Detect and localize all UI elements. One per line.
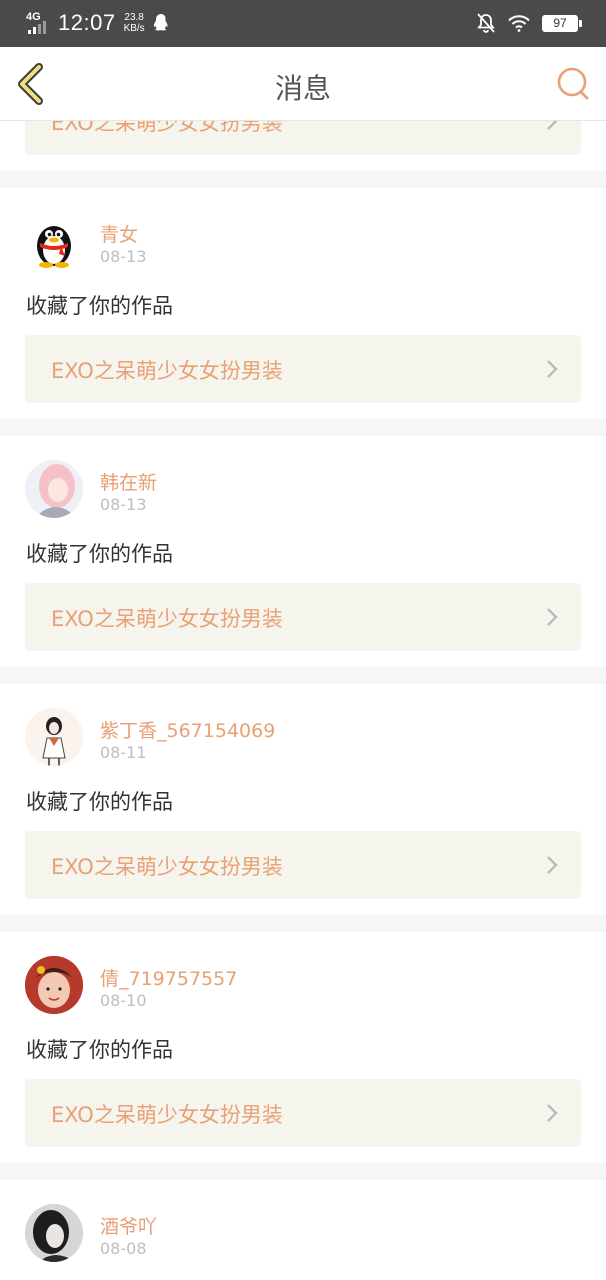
work-link[interactable]: EXO之呆萌少女女扮男装 bbox=[25, 583, 581, 651]
avatar[interactable] bbox=[25, 708, 83, 766]
message-card: 韩在新 08-13 收藏了你的作品 EXO之呆萌少女女扮男装 bbox=[0, 436, 606, 667]
avatar[interactable] bbox=[25, 1204, 83, 1262]
status-time: 12:07 bbox=[58, 10, 116, 35]
search-icon bbox=[557, 67, 589, 100]
user-drawing-avatar bbox=[25, 708, 83, 766]
chevron-right-icon bbox=[547, 360, 558, 378]
work-title: EXO之呆萌少女女扮男装 bbox=[51, 359, 283, 383]
battery-level: 97 bbox=[553, 15, 567, 30]
message-date: 08-13 bbox=[100, 495, 147, 514]
message-date: 08-10 bbox=[100, 991, 147, 1010]
speed-unit: KB/s bbox=[123, 23, 145, 34]
network-speed: 23.8 KB/s bbox=[124, 12, 145, 34]
work-link[interactable]: EXO之呆萌少女女扮男装 bbox=[25, 831, 581, 899]
message-action: 收藏了你的作品 bbox=[26, 1038, 173, 1062]
message-card: 紫丁香_567154069 08-11 收藏了你的作品 EXO之呆萌少女女扮男装 bbox=[0, 684, 606, 915]
speed-value: 23.8 bbox=[124, 12, 144, 23]
page-title: 消息 bbox=[274, 72, 331, 105]
username[interactable]: 酒爷吖 bbox=[100, 1212, 157, 1239]
chevron-right-icon bbox=[547, 1104, 558, 1122]
signal-icon: 4G bbox=[26, 12, 52, 34]
user-photo-avatar bbox=[25, 460, 83, 518]
username[interactable]: 紫丁香_567154069 bbox=[100, 716, 275, 743]
work-link[interactable]: EXO之呆萌少女女扮男装 bbox=[25, 335, 581, 403]
qq-ghost-icon bbox=[153, 14, 168, 31]
message-action: 收藏了你的作品 bbox=[26, 790, 173, 814]
message-date: 08-13 bbox=[100, 247, 147, 266]
message-card: 酒爷吖 08-08 bbox=[0, 1180, 606, 1280]
message-date: 08-08 bbox=[100, 1239, 147, 1258]
work-title: EXO之呆萌少女女扮男装 bbox=[51, 607, 283, 631]
status-bar: 4G 12:07 23.8 KB/s 97 bbox=[0, 0, 606, 47]
username[interactable]: 倩_719757557 bbox=[100, 964, 237, 991]
avatar[interactable] bbox=[25, 212, 83, 270]
avatar[interactable] bbox=[25, 460, 83, 518]
work-title: EXO之呆萌少女女扮男装 bbox=[51, 855, 283, 879]
avatar[interactable] bbox=[25, 956, 83, 1014]
chevron-right-icon bbox=[547, 608, 558, 626]
user-photo-avatar bbox=[25, 1204, 83, 1262]
wifi-icon bbox=[508, 15, 530, 32]
chevron-right-icon bbox=[547, 856, 558, 874]
work-link[interactable]: EXO之呆萌少女女扮男装 bbox=[25, 1079, 581, 1147]
message-action: 收藏了你的作品 bbox=[26, 542, 173, 566]
message-card: 青女 08-13 收藏了你的作品 EXO之呆萌少女女扮男装 bbox=[0, 188, 606, 419]
message-date: 08-11 bbox=[100, 743, 147, 762]
search-button[interactable] bbox=[554, 65, 592, 103]
user-photo-avatar bbox=[25, 956, 83, 1014]
bell-off-icon bbox=[477, 13, 495, 33]
message-card: 倩_719757557 08-10 收藏了你的作品 EXO之呆萌少女女扮男装 bbox=[0, 932, 606, 1163]
battery-icon: 97 bbox=[542, 14, 582, 32]
work-title: EXO之呆萌少女女扮男装 bbox=[51, 1103, 283, 1127]
username[interactable]: 韩在新 bbox=[100, 468, 157, 495]
message-action: 收藏了你的作品 bbox=[26, 294, 173, 318]
qq-penguin-avatar bbox=[37, 226, 71, 268]
username[interactable]: 青女 bbox=[100, 220, 138, 247]
header-bar: 消息 bbox=[0, 47, 606, 121]
